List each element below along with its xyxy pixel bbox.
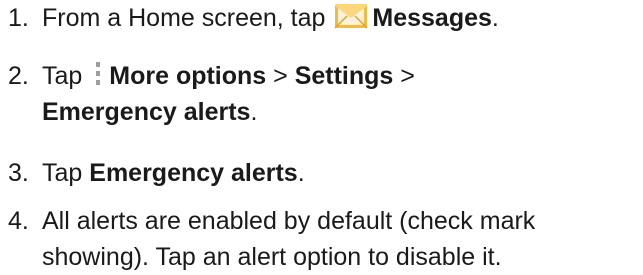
more-options-label: More options <box>109 62 267 90</box>
messages-envelope-icon <box>334 3 368 29</box>
step-line-1: All alerts are enabled by default (check… <box>42 207 536 235</box>
step-number: 2. <box>8 62 29 90</box>
step-number: 3. <box>8 159 29 187</box>
step-text-after: . <box>297 159 305 187</box>
step-number: 1. <box>8 4 29 32</box>
step-text-before: Tap <box>42 62 90 90</box>
separator: > <box>393 62 415 90</box>
step-text: Tap More options > Settings > Emergency … <box>42 58 642 130</box>
step-text-before: From a Home screen, tap <box>42 4 333 32</box>
step-text-after: . <box>250 98 258 126</box>
step-text: From a Home screen, tap Messages. <box>42 0 642 36</box>
step-line-2: showing). Tap an alert option to disable… <box>42 243 502 271</box>
messages-label: Messages <box>372 4 492 32</box>
separator: > <box>266 62 295 90</box>
step-text: All alerts are enabled by default (check… <box>42 203 642 275</box>
emergency-alerts-label: Emergency alerts <box>89 159 298 187</box>
settings-label: Settings <box>294 62 394 90</box>
emergency-alerts-label: Emergency alerts <box>42 98 251 126</box>
step-number: 4. <box>8 207 29 235</box>
step-text: Tap Emergency alerts. <box>42 155 642 191</box>
step-text-before: Tap <box>42 159 90 187</box>
step-text-after: . <box>491 4 499 32</box>
more-options-vertical-dots-icon <box>93 60 103 88</box>
